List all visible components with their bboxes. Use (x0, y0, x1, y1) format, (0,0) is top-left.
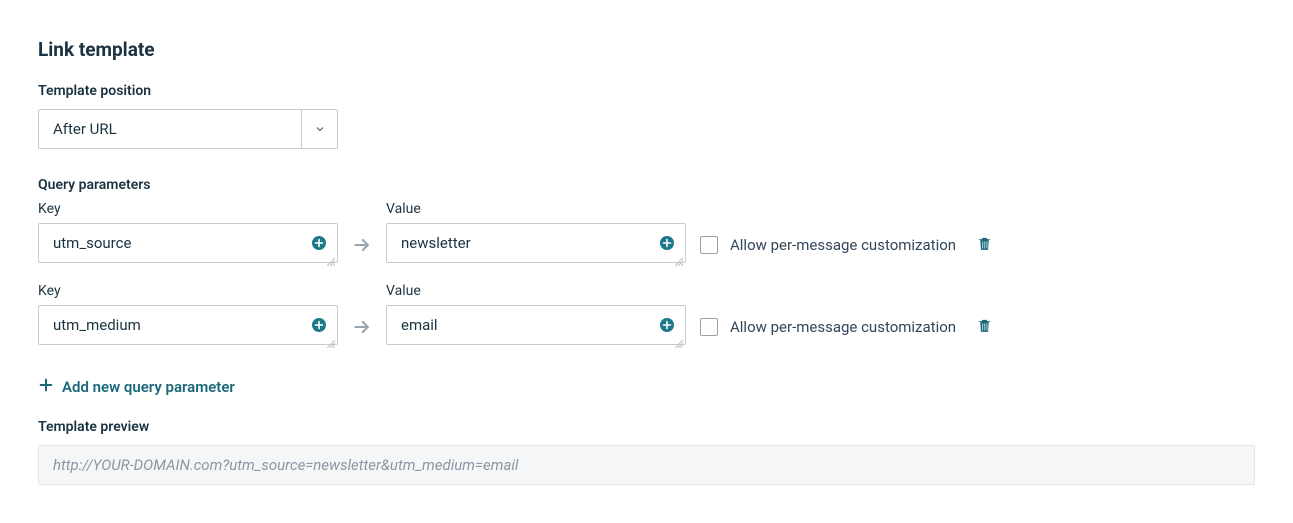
add-query-parameter-button[interactable]: Add new query parameter (38, 377, 235, 397)
template-position-label: Template position (38, 83, 1255, 99)
allow-customization-label: Allow per-message customization (730, 318, 956, 336)
key-label: Key (38, 283, 338, 299)
key-value: utm_medium (53, 316, 301, 334)
delete-row-button[interactable] (976, 307, 993, 347)
trash-icon (976, 317, 993, 338)
resize-handle-icon (327, 334, 335, 342)
template-preview-label: Template preview (38, 419, 1255, 435)
value-input[interactable]: email (386, 305, 686, 345)
value-label: Value (386, 201, 686, 217)
value-label: Value (386, 283, 686, 299)
arrow-right-icon (352, 307, 372, 347)
param-row: Key utm_source Value newsletter Allow pe (38, 201, 1255, 265)
plus-circle-icon[interactable] (311, 317, 327, 333)
delete-row-button[interactable] (976, 225, 993, 265)
value-value: newsletter (401, 234, 649, 252)
key-value: utm_source (53, 234, 301, 252)
plus-circle-icon[interactable] (659, 317, 675, 333)
value-input[interactable]: newsletter (386, 223, 686, 263)
resize-handle-icon (327, 252, 335, 260)
plus-circle-icon[interactable] (659, 235, 675, 251)
template-position-value: After URL (39, 110, 301, 148)
allow-customization-checkbox[interactable] (700, 318, 718, 336)
template-position-select[interactable]: After URL (38, 109, 338, 149)
template-preview-text: http://YOUR-DOMAIN.com?utm_source=newsle… (53, 456, 518, 474)
section-title: Link template (38, 38, 1255, 61)
key-input[interactable]: utm_medium (38, 305, 338, 345)
value-value: email (401, 316, 649, 334)
plus-icon (38, 377, 54, 397)
chevron-down-icon[interactable] (301, 110, 337, 148)
allow-customization-checkbox[interactable] (700, 236, 718, 254)
query-parameters-label: Query parameters (38, 177, 1255, 193)
arrow-right-icon (352, 225, 372, 265)
resize-handle-icon (675, 334, 683, 342)
plus-circle-icon[interactable] (311, 235, 327, 251)
key-label: Key (38, 201, 338, 217)
param-row: Key utm_medium Value email Allow per-mes (38, 283, 1255, 347)
allow-customization-label: Allow per-message customization (730, 236, 956, 254)
key-input[interactable]: utm_source (38, 223, 338, 263)
resize-handle-icon (675, 252, 683, 260)
trash-icon (976, 235, 993, 256)
add-query-parameter-label: Add new query parameter (62, 378, 235, 396)
template-preview-box: http://YOUR-DOMAIN.com?utm_source=newsle… (38, 445, 1255, 485)
